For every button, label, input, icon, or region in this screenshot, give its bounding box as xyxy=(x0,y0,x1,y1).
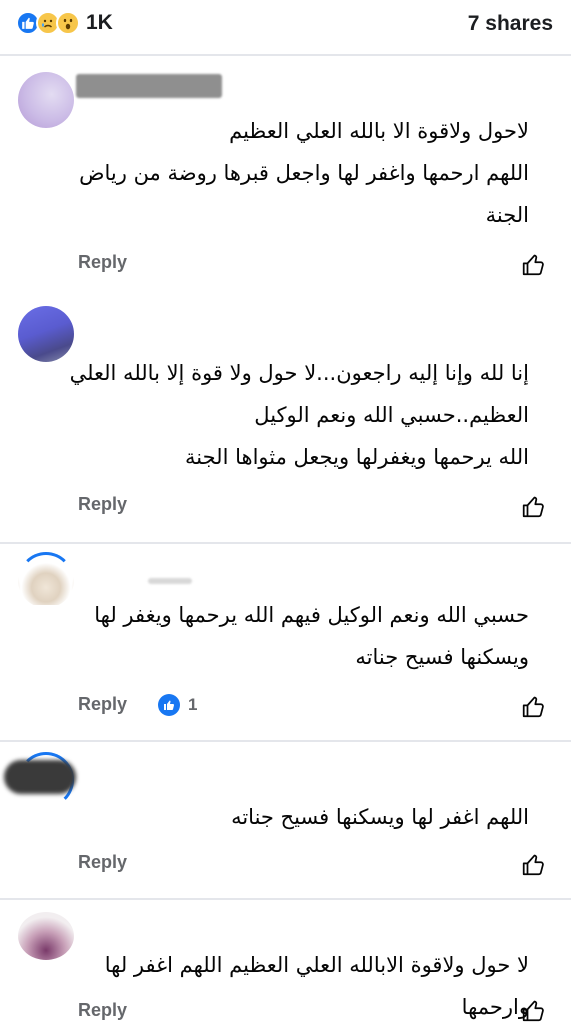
comment-text: اللهم اغفر لها ويسكنها فسيح جناته xyxy=(60,796,529,838)
comment-line: اللهم اغفر لها ويسكنها فسيح جناته xyxy=(231,805,529,829)
comment-line: الجنة xyxy=(485,203,529,227)
reply-button[interactable]: Reply xyxy=(78,494,127,515)
like-icon xyxy=(158,694,180,716)
like-icon[interactable] xyxy=(521,252,547,278)
like-icon[interactable] xyxy=(521,694,547,720)
like-icon[interactable] xyxy=(521,494,547,520)
divider xyxy=(0,898,571,900)
comment-line: لا حول ولاقوة الابالله العلي العظيم الله… xyxy=(104,953,529,1019)
comment-line: لاحول ولاقوة الا بالله العلي العظيم xyxy=(229,119,529,143)
divider xyxy=(0,542,571,544)
comment-line: حسبي الله ونعم الوكيل فيهم الله يرحمها و… xyxy=(94,603,529,627)
commenter-name[interactable] xyxy=(4,760,76,794)
comment-text: إنا لله وإنا إليه راجعون...لا حول ولا قو… xyxy=(60,352,529,478)
wow-icon xyxy=(56,11,80,35)
reply-button[interactable]: Reply xyxy=(78,252,127,273)
reply-button[interactable]: Reply xyxy=(78,852,127,873)
reaction-summary[interactable]: 1K xyxy=(16,11,113,35)
divider xyxy=(0,54,571,56)
commenter-name[interactable] xyxy=(76,74,222,98)
comment-line: العظيم..حسبي الله ونعم الوكيل xyxy=(254,403,529,427)
comment-line: ويسكنها فسيح جناته xyxy=(355,645,529,669)
comment-line: اللهم ارحمها واغفر لها واجعل قبرها روضة … xyxy=(79,161,529,185)
reactions-bar: 1K 7 shares xyxy=(0,0,571,52)
reply-button[interactable]: Reply xyxy=(78,1000,127,1021)
comment-reactions[interactable]: 1 xyxy=(158,694,197,716)
comment-text: لاحول ولاقوة الا بالله العلي العظيم الله… xyxy=(60,110,529,236)
commenter-name[interactable] xyxy=(148,578,192,584)
comment-reaction-count: 1 xyxy=(188,695,198,714)
shares-count[interactable]: 7 shares xyxy=(468,12,553,36)
reply-button[interactable]: Reply xyxy=(78,694,127,715)
comment-text: لا حول ولاقوة الابالله العلي العظيم الله… xyxy=(60,944,529,1024)
comment-line: الله يرحمها ويغفرلها ويجعل مثواها الجنة xyxy=(185,445,529,469)
reaction-count[interactable]: 1K xyxy=(86,11,113,35)
comment-line: إنا لله وإنا إليه راجعون...لا حول ولا قو… xyxy=(69,361,529,385)
like-icon[interactable] xyxy=(521,998,547,1024)
divider xyxy=(0,740,571,742)
like-icon[interactable] xyxy=(521,852,547,878)
comment-text: حسبي الله ونعم الوكيل فيهم الله يرحمها و… xyxy=(60,594,529,678)
